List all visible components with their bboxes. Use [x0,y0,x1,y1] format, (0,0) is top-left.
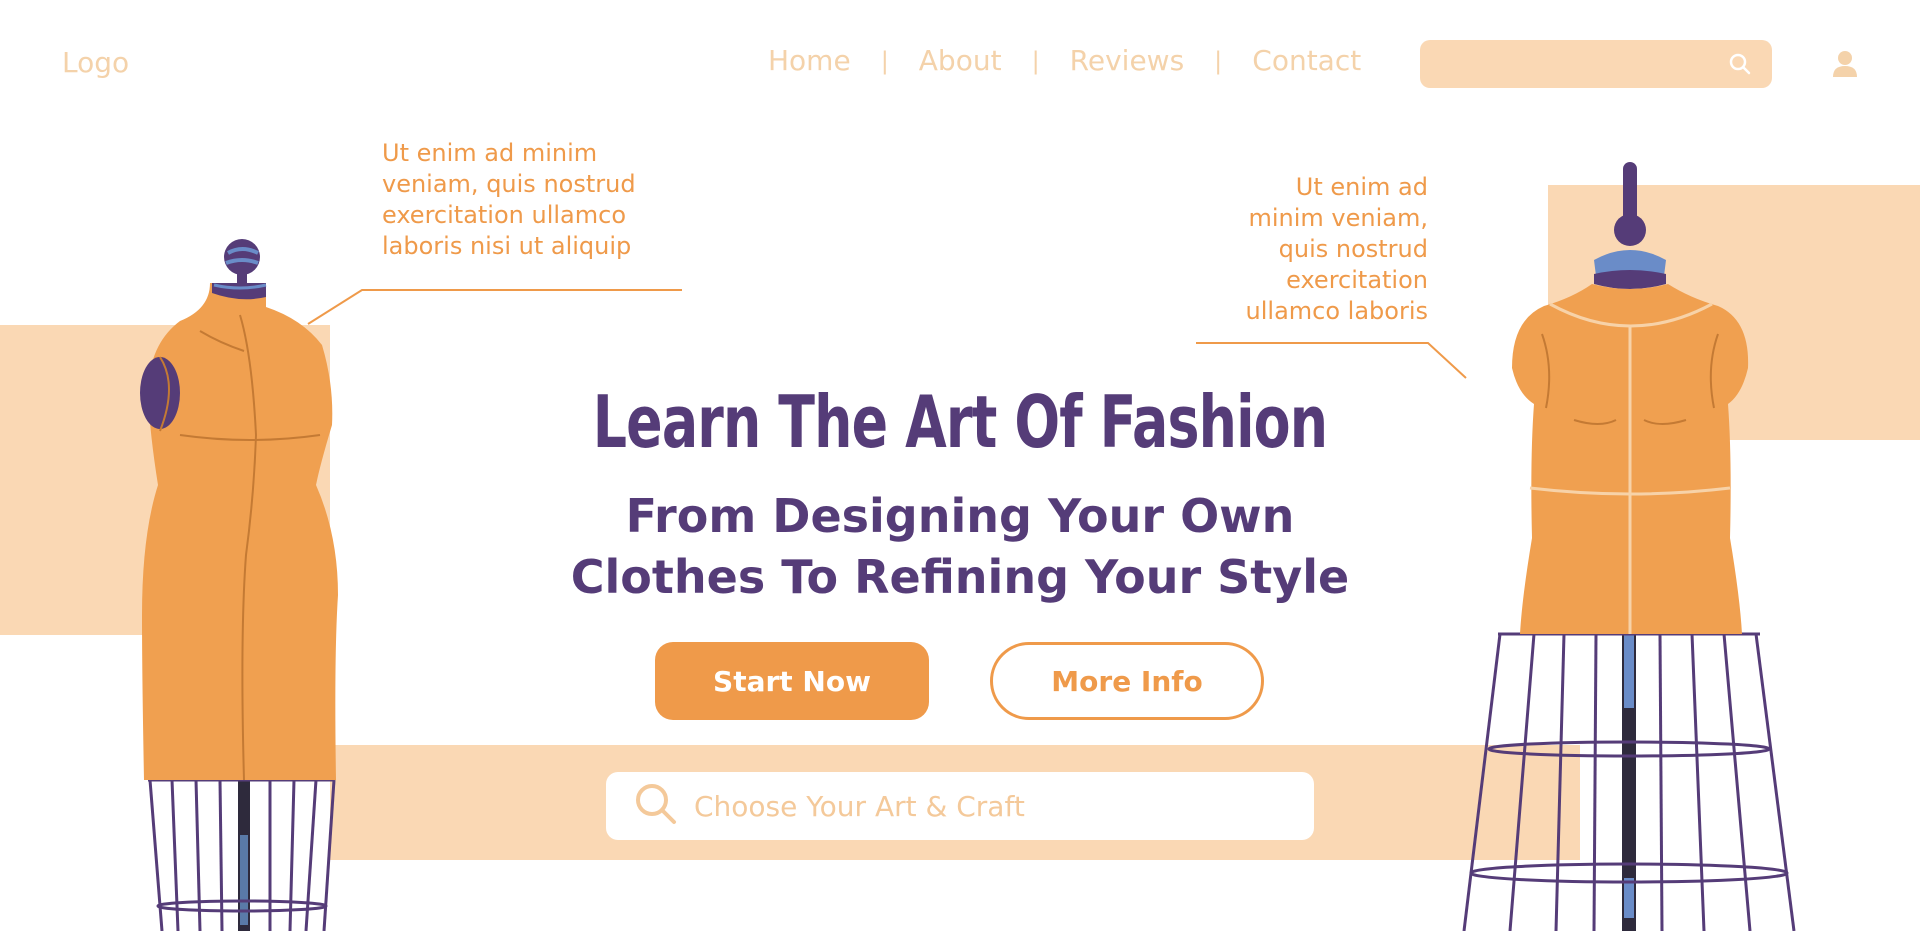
mannequin-right-stand [1462,626,1796,931]
hero-subtitle: From Designing Your Own Clothes To Refin… [0,486,1920,608]
craft-search-input[interactable] [692,788,1276,824]
start-now-button[interactable]: Start Now [655,642,929,720]
hero-title: Learn The Art Of Fashion [592,380,1328,464]
hero-subtitle-line: From Designing Your Own [625,489,1295,543]
hero-subtitle-line: Clothes To Refining Your Style [570,550,1350,604]
craft-search-bar [606,772,1314,840]
more-info-button[interactable]: More Info [990,642,1264,720]
mannequin-left-stand [148,775,336,931]
search-icon [634,782,678,830]
callout-right-pointer [1196,342,1467,379]
callout-left-pointer [307,289,682,325]
